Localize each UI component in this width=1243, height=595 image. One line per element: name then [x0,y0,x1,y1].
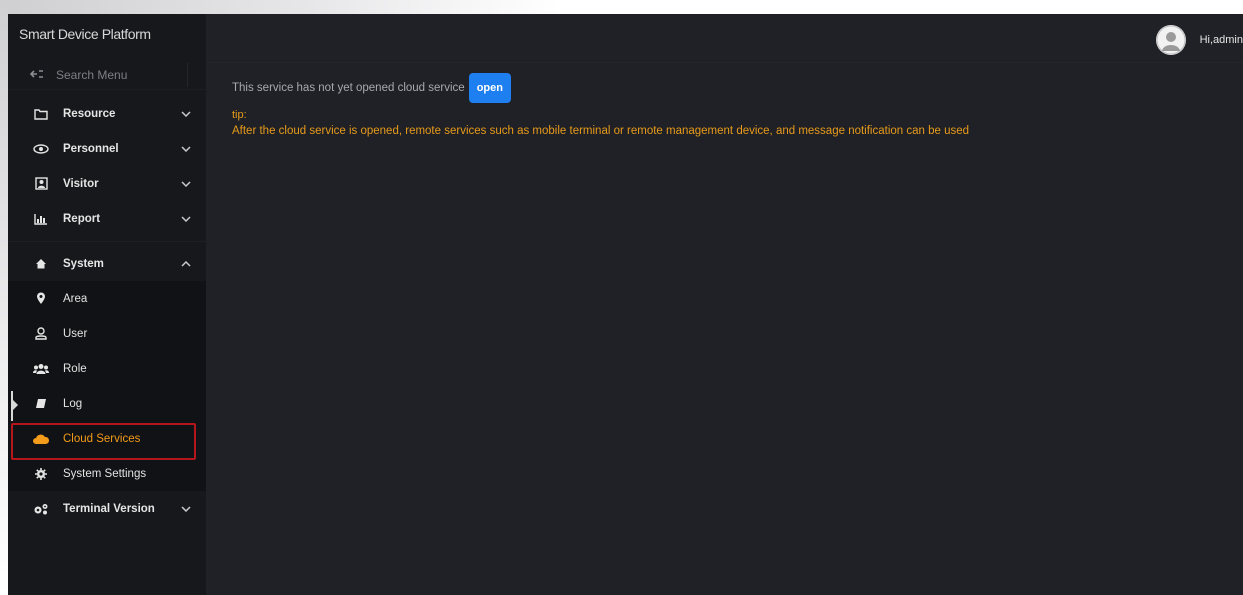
chevron-down-icon [179,180,193,187]
sidebar-item-report[interactable]: Report [8,201,206,236]
sidebar-item-terminal-version[interactable]: Terminal Version [8,491,206,526]
sidebar-item-label: Terminal Version [63,502,155,515]
gears-icon [30,503,52,515]
avatar[interactable] [1155,25,1186,55]
bar-chart-icon [30,213,52,225]
sidebar-item-label: Personnel [63,142,119,155]
sidebar-toggle-arrow-icon[interactable] [13,400,18,410]
users-icon [30,363,52,375]
open-button[interactable]: open [468,73,511,103]
sidebar-item-label: Visitor [63,177,99,190]
sidebar-item-label: Log [63,397,83,410]
user-icon [30,327,52,340]
sidebar-item-user[interactable]: User [8,316,206,351]
search-input[interactable]: Search Menu [56,68,127,82]
main-content: This service has not yet opened cloud se… [206,64,1243,595]
highlight-box [11,423,196,460]
sidebar-item-label: System [63,257,104,270]
sidebar-item-label: User [63,327,88,340]
sidebar-item-label: System Settings [63,467,147,480]
chevron-down-icon [179,110,193,117]
system-submenu: Area User Role Log Cloud Services System… [8,281,206,491]
notice-text: This service has not yet opened cloud se… [232,82,465,94]
sidebar-item-system[interactable]: System [8,246,206,281]
sidebar-item-label: Report [63,212,101,225]
divider [8,236,206,242]
sidebar-item-visitor[interactable]: Visitor [8,166,206,201]
chevron-down-icon [179,215,193,222]
user-menu[interactable]: Hi,admin [1155,25,1243,55]
eye-icon [30,143,52,154]
sidebar-item-personnel[interactable]: Personnel [8,131,206,166]
tip-text: After the cloud service is opened, remot… [232,125,970,137]
sidebar-item-label: Role [63,362,87,375]
chevron-up-icon [179,260,193,267]
cloud-service-notice: This service has not yet opened cloud se… [232,73,1243,103]
chevron-down-icon [179,145,193,152]
map-pin-icon [30,292,52,305]
sidebar-item-role[interactable]: Role [8,351,206,386]
sidebar-item-log[interactable]: Log [8,386,206,421]
folder-icon [30,108,52,120]
top-bar: Hi,admin [206,14,1243,63]
document-frame-left [0,0,8,595]
home-icon [30,258,52,269]
search-icon [29,68,44,82]
user-greeting[interactable]: Hi,admin [1200,34,1243,46]
search-menu[interactable]: Search Menu [8,60,206,90]
sidebar-item-resource[interactable]: Resource [8,96,206,131]
document-frame-top [0,0,1243,14]
sidebar-item-cloud-services[interactable]: Cloud Services [8,421,206,460]
chevron-down-icon [179,505,193,512]
visitor-icon [30,177,52,190]
gear-icon [30,467,52,480]
sidebar-item-system-settings[interactable]: System Settings [8,456,206,491]
sidebar: Smart Device Platform Search Menu Resour… [8,14,206,595]
sidebar-item-label: Resource [63,107,116,120]
app-window: Smart Device Platform Search Menu Resour… [8,14,1243,595]
tip-label: tip: [232,109,247,121]
sidebar-item-area[interactable]: Area [8,281,206,316]
log-icon [30,398,52,409]
app-title: Smart Device Platform [8,14,206,54]
sidebar-item-label: Area [63,292,88,305]
